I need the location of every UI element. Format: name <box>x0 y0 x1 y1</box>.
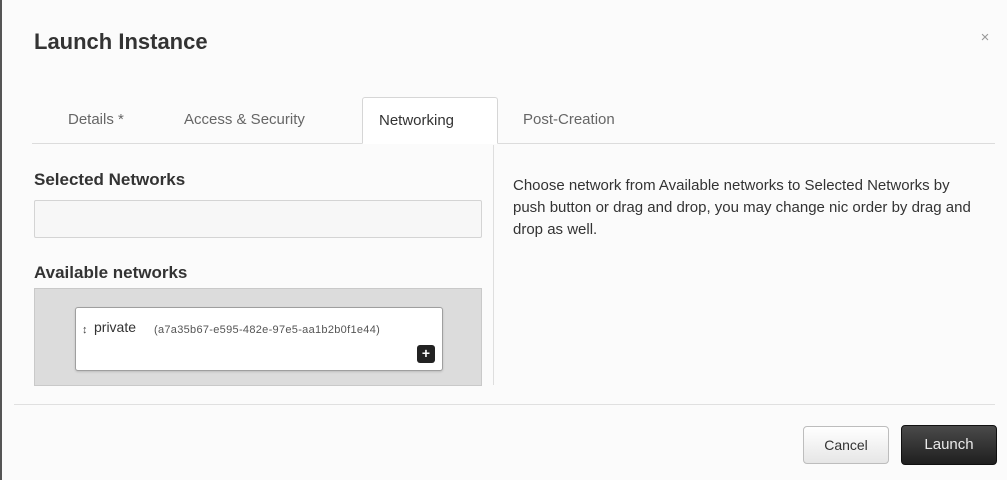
footer-divider <box>14 404 995 405</box>
close-icon[interactable]: × <box>977 30 993 46</box>
modal-title: Launch Instance <box>34 29 208 54</box>
add-network-button[interactable]: + <box>417 345 435 363</box>
tab-post-creation[interactable]: Post-Creation <box>507 97 657 143</box>
network-item-private[interactable]: ↕ private (a7a35b67-e595-482e-97e5-aa1b2… <box>75 307 443 371</box>
network-id: (a7a35b67-e595-482e-97e5-aa1b2b0f1e44) <box>154 324 381 336</box>
available-networks-title: Available networks <box>34 263 188 282</box>
selected-networks-dropzone[interactable] <box>34 200 482 238</box>
tab-details[interactable]: Details * <box>52 97 154 143</box>
tab-networking[interactable]: Networking <box>362 97 498 144</box>
selected-networks-title: Selected Networks <box>34 170 186 189</box>
cancel-button[interactable]: Cancel <box>803 426 889 464</box>
column-divider <box>493 145 494 385</box>
drag-handle-icon[interactable]: ↕ <box>82 325 88 336</box>
launch-instance-modal: Launch Instance × Details * Access & Sec… <box>0 0 1007 480</box>
networking-help-text: Choose network from Available networks t… <box>513 177 971 238</box>
tab-bar: Details * Access & Security Networking P… <box>32 97 995 144</box>
available-networks-list: ↕ private (a7a35b67-e595-482e-97e5-aa1b2… <box>34 288 482 386</box>
tab-access-security[interactable]: Access & Security <box>168 97 352 143</box>
launch-button[interactable]: Launch <box>901 425 997 465</box>
